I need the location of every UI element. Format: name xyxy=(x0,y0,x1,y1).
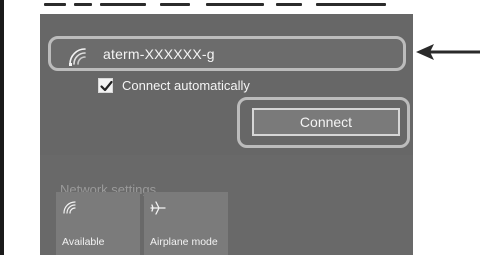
connect-automatically-checkbox[interactable] xyxy=(98,78,113,93)
connect-button[interactable]: Connect xyxy=(252,108,400,136)
wifi-icon xyxy=(63,201,76,214)
connect-automatically-label: Connect automatically xyxy=(122,78,250,93)
quick-action-airplane-mode[interactable]: Airplane mode xyxy=(144,192,228,255)
airplane-icon xyxy=(150,201,166,215)
wifi-signal-icon xyxy=(69,48,86,66)
network-ssid: aterm-XXXXXX-g xyxy=(103,46,215,62)
wifi-flyout-panel: aterm-XXXXXX-g Connect automatically Con… xyxy=(40,14,413,255)
checkmark-icon xyxy=(100,80,113,92)
pointer-arrow-icon xyxy=(416,44,480,60)
quick-action-available[interactable]: Available xyxy=(56,192,140,255)
quick-action-label: Airplane mode xyxy=(150,236,218,248)
cropped-text-line xyxy=(40,0,413,14)
page-edge-rule xyxy=(0,0,4,255)
network-list-item[interactable]: aterm-XXXXXX-g xyxy=(48,36,406,71)
quick-action-label: Available xyxy=(62,236,105,248)
